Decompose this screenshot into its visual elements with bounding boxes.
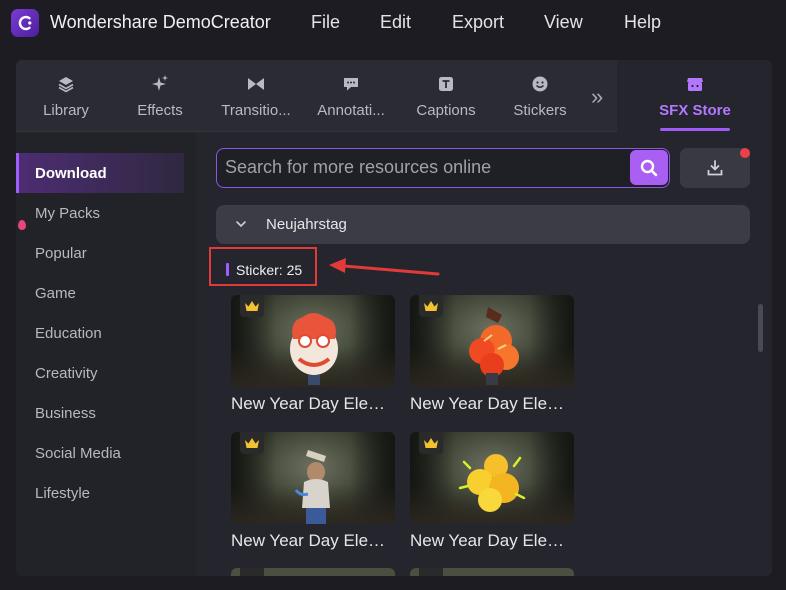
tab-bar: Library Effects Transitio... Annotati... [16,60,772,132]
speech-bubble-icon [342,74,360,94]
section-accent-bar [226,263,229,276]
app-logo-icon [11,9,39,37]
search-button[interactable] [630,150,668,185]
tab-transitions[interactable]: Transitio... [216,60,296,132]
download-tray-icon [707,160,723,176]
sidebar-item-label: Creativity [35,364,98,382]
sidebar-item-education[interactable]: Education [16,313,184,353]
premium-crown-icon [240,432,264,454]
tab-label: Library [43,102,89,119]
tab-sfx-store[interactable]: SFX Store [655,60,735,132]
tab-captions[interactable]: Captions [412,60,480,132]
menu-file[interactable]: File [311,12,340,33]
sidebar-item-lifestyle[interactable]: Lifestyle [16,473,184,513]
sticker-thumbnail [410,432,574,524]
tab-label: Stickers [513,102,567,119]
vertical-scrollbar[interactable] [758,304,763,352]
sidebar-item-game[interactable]: Game [16,273,184,313]
sidebar-item-creativity[interactable]: Creativity [16,353,184,393]
menu-edit[interactable]: Edit [380,12,411,33]
tab-stickers[interactable]: Stickers [509,60,571,132]
lion-dance-sticker-icon [290,313,338,385]
smiley-icon [531,74,549,94]
store-icon [685,74,705,94]
tab-effects[interactable]: Effects [130,60,190,132]
tab-label: SFX Store [659,102,731,119]
active-tab-indicator [660,128,730,131]
sidebar-item-label: Social Media [35,444,121,462]
sticker-count-label: Sticker: 25 [236,262,303,278]
sidebar-item-label: Game [35,284,76,302]
sticker-title: New Year Day Elem... [231,531,395,550]
tab-annotations[interactable]: Annotati... [311,60,391,132]
sticker-card[interactable]: New Year Day Elem... [231,432,395,551]
popular-hot-dot-icon [18,220,26,230]
sticker-card[interactable]: New Year Day Elem... [410,432,574,551]
menu-view[interactable]: View [544,12,583,33]
sidebar-item-label: Popular [35,244,87,262]
sticker-title: New Year Day Elem... [410,394,574,413]
more-tabs-chevron-icon[interactable]: » [591,84,603,110]
sidebar-item-social-media[interactable]: Social Media [16,433,184,473]
sidebar-item-label: Education [35,324,102,342]
sidebar-item-business[interactable]: Business [16,393,184,433]
search-icon [640,159,658,176]
tab-label: Effects [137,102,183,119]
sidebar-item-label: My Packs [35,204,101,222]
golden-burst-sticker-icon [458,454,526,512]
menu-help[interactable]: Help [624,12,661,33]
sticker-thumbnail [231,432,395,524]
premium-crown-icon [240,295,264,317]
search-input[interactable] [225,149,625,186]
firecracker-sticker-icon [469,307,519,385]
pack-group-title: Neujahrstag [266,216,347,233]
media-panel: Library Effects Transitio... Annotati... [16,60,772,576]
sticker-card[interactable]: New Year Day Elem... [231,295,395,414]
sticker-thumbnail [410,295,574,387]
bottom-strip [0,576,786,590]
sticker-card-partial[interactable] [231,568,395,576]
person-with-firework-sticker-icon [294,450,330,524]
sticker-thumbnail [231,295,395,387]
tab-label: Transitio... [221,102,291,119]
app-window: Wondershare DemoCreator File Edit Export… [0,0,786,590]
category-sidebar: Download My Packs Popular Game Education… [16,133,196,576]
sparkle-icon [150,74,170,94]
sidebar-item-label: Business [35,404,96,422]
sticker-title: New Year Day Elem... [410,531,574,550]
sticker-card-partial[interactable] [410,568,574,576]
pack-group-header[interactable]: Neujahrstag [216,205,750,244]
text-box-icon [437,74,455,94]
sticker-card[interactable]: New Year Day Elem... [410,295,574,414]
sidebar-item-label: Download [35,164,107,182]
notification-dot [740,148,750,158]
sidebar-item-popular[interactable]: Popular [16,233,184,273]
sticker-title: New Year Day Elem... [231,394,395,413]
tab-label: Captions [416,102,476,119]
premium-crown-icon [419,295,443,317]
annotation-arrow-icon [329,258,440,276]
chevron-down-icon [236,221,246,228]
sidebar-item-download[interactable]: Download [16,153,184,193]
menu-export[interactable]: Export [452,12,504,33]
layers-icon [57,74,75,94]
bowtie-icon [246,74,266,94]
sidebar-item-my-packs[interactable]: My Packs [16,193,184,233]
search-box [216,148,670,188]
tab-label: Annotati... [317,102,385,119]
tab-library[interactable]: Library [36,60,96,132]
premium-crown-icon [419,432,443,454]
title-bar: Wondershare DemoCreator File Edit Export… [0,0,786,46]
app-title: Wondershare DemoCreator [50,12,271,32]
sidebar-item-label: Lifestyle [35,484,91,502]
